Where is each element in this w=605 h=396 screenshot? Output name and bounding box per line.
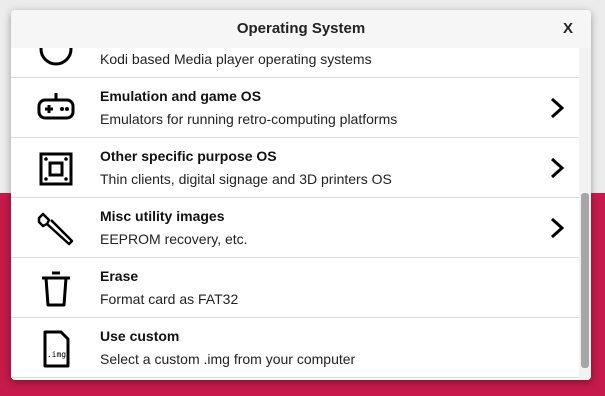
item-description: Thin clients, digital signage and 3D pri… <box>100 171 392 187</box>
img-file-label: .img <box>47 350 66 359</box>
trash-icon <box>37 270 75 308</box>
chevron-right-icon <box>549 217 565 239</box>
gamepad-icon <box>37 90 75 128</box>
chevron-right-icon <box>549 97 565 119</box>
item-description: EEPROM recovery, etc. <box>100 231 248 247</box>
item-title: Use custom <box>100 328 180 344</box>
list-item-erase[interactable]: Erase Format card as FAT32 <box>11 258 579 318</box>
dialog-header: Operating System X <box>11 10 591 49</box>
wrench-icon <box>37 210 75 248</box>
scrollbar-thumb[interactable] <box>581 193 589 368</box>
item-description: Kodi based Media player operating system… <box>100 51 372 67</box>
item-title: Emulation and game OS <box>100 88 262 104</box>
item-description: Emulators for running retro-computing pl… <box>100 111 398 127</box>
list-item-other-specific[interactable]: Other specific purpose OS Thin clients, … <box>11 138 579 198</box>
img-file-icon: .img <box>37 330 75 368</box>
item-title: Erase <box>100 268 139 284</box>
item-title: Other specific purpose OS <box>100 148 277 164</box>
close-button[interactable]: X <box>563 10 573 48</box>
operating-system-dialog: Operating System X Kodi based Media play… <box>11 10 591 380</box>
list-item-misc-utility[interactable]: Misc utility images EEPROM recovery, etc… <box>11 198 579 258</box>
os-list[interactable]: Kodi based Media player operating system… <box>11 48 579 380</box>
chevron-right-icon <box>549 157 565 179</box>
dialog-title: Operating System <box>236 20 366 37</box>
list-item-use-custom[interactable]: .img Use custom Select a custom .img fro… <box>11 318 579 378</box>
chip-icon <box>37 150 75 188</box>
item-description: Select a custom .img from your computer <box>100 351 356 367</box>
list-item-emulation[interactable]: Emulation and game OS Emulators for runn… <box>11 78 579 138</box>
item-title: Misc utility images <box>100 208 225 224</box>
media-player-icon <box>37 48 75 68</box>
list-item-media-player[interactable]: Kodi based Media player operating system… <box>11 48 579 78</box>
item-description: Format card as FAT32 <box>100 291 239 307</box>
